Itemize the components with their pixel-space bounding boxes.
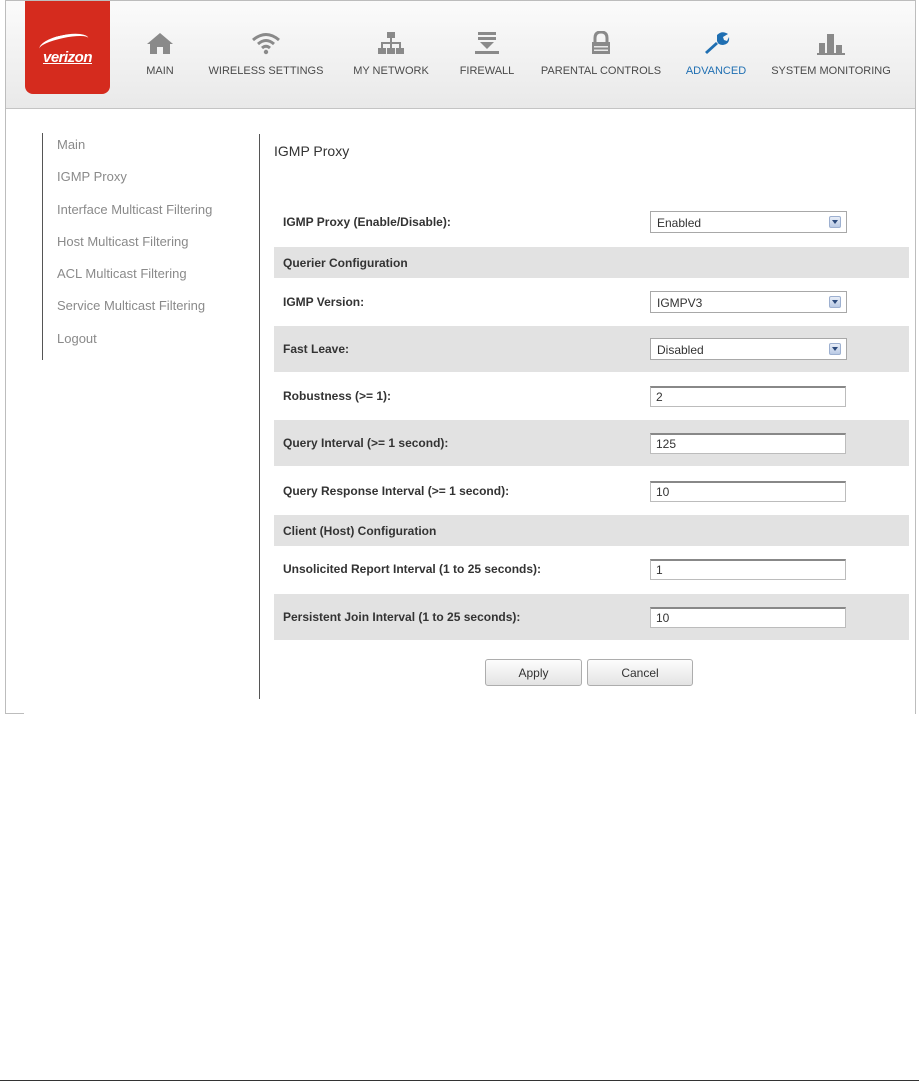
igmp-version-row: IGMP Version: IGMPV3 bbox=[274, 279, 909, 325]
sidebar-item-main[interactable]: Main bbox=[57, 137, 85, 152]
sidebar-menu: Main IGMP Proxy Interface Multicast Filt… bbox=[42, 133, 243, 360]
chevron-down-icon bbox=[829, 343, 841, 355]
router-admin-window: verizon MAIN WIRELESS SETTINGS MY NETWOR… bbox=[5, 0, 916, 714]
fast-leave-label: Fast Leave: bbox=[283, 342, 350, 356]
igmp-version-value: IGMPV3 bbox=[657, 296, 703, 310]
page-bottom-rule bbox=[0, 1080, 919, 1081]
robustness-input[interactable] bbox=[650, 386, 846, 407]
sidebar-item-service-multicast-filtering[interactable]: Service Multicast Filtering bbox=[57, 298, 205, 313]
firewall-icon bbox=[475, 32, 499, 54]
nav-parental-controls[interactable]: PARENTAL CONTROLS bbox=[536, 31, 666, 91]
wrench-icon bbox=[705, 32, 730, 54]
fast-leave-row: Fast Leave: Disabled bbox=[274, 326, 909, 372]
page-title: IGMP Proxy bbox=[274, 143, 350, 159]
chevron-down-icon bbox=[829, 216, 841, 228]
fast-leave-select[interactable]: Disabled bbox=[650, 338, 847, 360]
query-interval-label: Query Interval (>= 1 second): bbox=[283, 436, 449, 450]
nav-advanced-label: ADVANCED bbox=[685, 65, 747, 77]
client-section-header: Client (Host) Configuration bbox=[274, 515, 909, 546]
querier-section-header: Querier Configuration bbox=[274, 247, 909, 278]
igmp-proxy-select[interactable]: Enabled bbox=[650, 211, 847, 233]
query-response-label: Query Response Interval (>= 1 second): bbox=[283, 484, 510, 498]
lock-icon bbox=[592, 31, 610, 54]
robustness-row: Robustness (>= 1): bbox=[274, 373, 909, 419]
nav-my-network[interactable]: MY NETWORK bbox=[346, 31, 436, 91]
chevron-down-icon bbox=[829, 296, 841, 308]
unsolicited-report-label: Unsolicited Report Interval (1 to 25 sec… bbox=[283, 562, 542, 576]
bar-chart-icon bbox=[817, 34, 845, 55]
content-divider bbox=[259, 134, 260, 699]
cancel-button[interactable]: Cancel bbox=[587, 659, 693, 686]
nav-parental-label: PARENTAL CONTROLS bbox=[540, 65, 662, 77]
wifi-icon bbox=[252, 33, 280, 55]
nav-monitoring-label: SYSTEM MONITORING bbox=[771, 65, 891, 77]
igmp-proxy-value: Enabled bbox=[657, 216, 702, 230]
persistent-join-input[interactable] bbox=[650, 607, 846, 628]
query-interval-row: Query Interval (>= 1 second): bbox=[274, 420, 909, 466]
query-interval-input[interactable] bbox=[650, 433, 846, 454]
persistent-join-label: Persistent Join Interval (1 to 25 second… bbox=[283, 610, 521, 624]
sidebar-item-host-multicast-filtering[interactable]: Host Multicast Filtering bbox=[57, 234, 188, 249]
query-response-row: Query Response Interval (>= 1 second): bbox=[274, 468, 909, 514]
sidebar-item-logout[interactable]: Logout bbox=[57, 331, 97, 346]
client-section-label: Client (Host) Configuration bbox=[283, 523, 437, 538]
nav-wireless-settings[interactable]: WIRELESS SETTINGS bbox=[206, 31, 326, 91]
igmp-version-select[interactable]: IGMPV3 bbox=[650, 291, 847, 313]
querier-section-label: Querier Configuration bbox=[283, 255, 408, 270]
persistent-join-row: Persistent Join Interval (1 to 25 second… bbox=[274, 594, 909, 640]
verizon-logo[interactable]: verizon bbox=[25, 1, 110, 94]
fast-leave-value: Disabled bbox=[657, 343, 704, 357]
apply-button[interactable]: Apply bbox=[485, 659, 582, 686]
nav-advanced[interactable]: ADVANCED bbox=[681, 31, 751, 91]
network-icon bbox=[378, 32, 404, 54]
igmp-proxy-row: IGMP Proxy (Enable/Disable): Enabled bbox=[274, 199, 909, 245]
nav-network-label: MY NETWORK bbox=[353, 65, 429, 77]
sidebar-item-acl-multicast-filtering[interactable]: ACL Multicast Filtering bbox=[57, 266, 187, 281]
igmp-version-label: IGMP Version: bbox=[283, 295, 365, 309]
nav-firewall-label: FIREWALL bbox=[459, 65, 515, 77]
top-navigation-bar: verizon MAIN WIRELESS SETTINGS MY NETWOR… bbox=[6, 1, 915, 109]
unsolicited-report-input[interactable] bbox=[650, 559, 846, 580]
query-response-input[interactable] bbox=[650, 481, 846, 502]
nav-main[interactable]: MAIN bbox=[128, 31, 192, 91]
igmp-proxy-label: IGMP Proxy (Enable/Disable): bbox=[283, 215, 451, 229]
nav-main-label: MAIN bbox=[146, 65, 174, 77]
nav-wireless-label: WIRELESS SETTINGS bbox=[208, 65, 324, 77]
robustness-label: Robustness (>= 1): bbox=[283, 389, 392, 403]
sidebar-item-interface-multicast-filtering[interactable]: Interface Multicast Filtering bbox=[57, 202, 212, 217]
home-icon bbox=[147, 33, 173, 54]
nav-firewall[interactable]: FIREWALL bbox=[456, 31, 518, 91]
unsolicited-report-row: Unsolicited Report Interval (1 to 25 sec… bbox=[274, 546, 909, 592]
sidebar-item-igmp-proxy[interactable]: IGMP Proxy bbox=[57, 169, 127, 184]
logo-text: verizon bbox=[42, 49, 93, 66]
nav-system-monitoring[interactable]: SYSTEM MONITORING bbox=[766, 31, 896, 91]
content-area: Main IGMP Proxy Interface Multicast Filt… bbox=[24, 109, 915, 714]
